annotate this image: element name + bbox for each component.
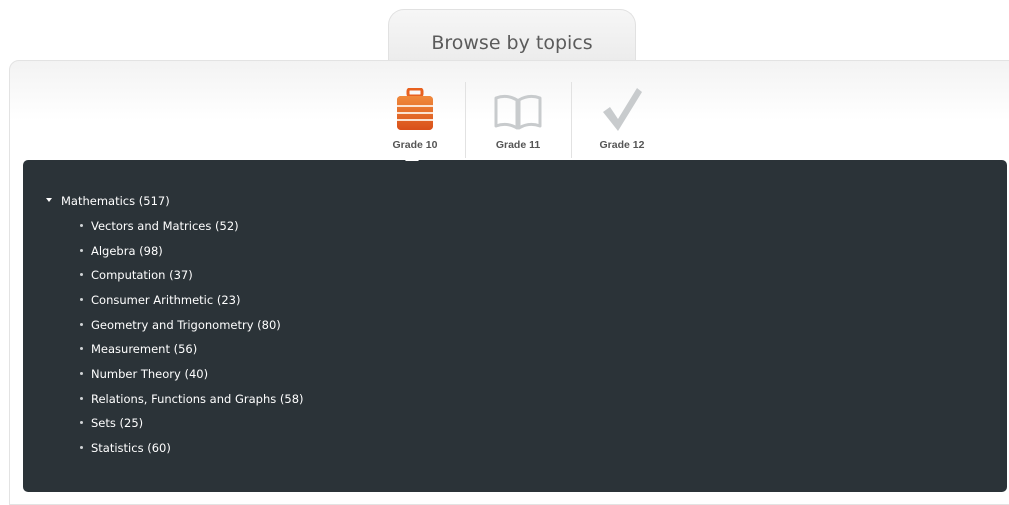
topic-item[interactable]: Geometry and Trigonometry (80) <box>80 318 281 332</box>
grade-12-tab[interactable]: Grade 12 <box>569 80 675 158</box>
caret-down-icon[interactable] <box>46 197 52 202</box>
topic-item[interactable]: Computation (37) <box>80 268 193 282</box>
bullet-icon <box>80 446 83 449</box>
topic-label: Vectors and Matrices (52) <box>91 219 239 233</box>
grade-10-tab[interactable]: Grade 10 <box>362 80 468 158</box>
browse-topics-title: Browse by topics <box>431 32 593 54</box>
grade-12-label: Grade 12 <box>599 139 645 151</box>
topic-label: Measurement (56) <box>91 342 198 356</box>
bullet-icon <box>80 298 83 301</box>
topic-item[interactable]: Statistics (60) <box>80 441 171 455</box>
bullet-icon <box>80 249 83 252</box>
tree-root-label: Mathematics (517) <box>61 194 170 208</box>
briefcase-icon <box>362 82 468 132</box>
bullet-icon <box>80 397 83 400</box>
topic-item[interactable]: Number Theory (40) <box>80 367 208 381</box>
grade-11-label: Grade 11 <box>495 139 541 151</box>
topic-label: Sets (25) <box>91 416 144 430</box>
grade-11-tab[interactable]: Grade 11 <box>465 80 571 158</box>
grade-10-label: Grade 10 <box>392 139 438 151</box>
checkmark-icon <box>569 82 675 132</box>
topic-item[interactable]: Algebra (98) <box>80 244 163 258</box>
topic-label: Statistics (60) <box>91 441 171 455</box>
topic-label: Number Theory (40) <box>91 367 209 381</box>
browse-topics-tab: Browse by topics <box>388 9 636 61</box>
topic-item[interactable]: Consumer Arithmetic (23) <box>80 293 240 307</box>
bullet-icon <box>80 273 83 276</box>
book-icon <box>465 82 571 132</box>
bullet-icon <box>80 347 83 350</box>
bullet-icon <box>80 323 83 326</box>
topic-item[interactable]: Vectors and Matrices (52) <box>80 219 239 233</box>
topic-item[interactable]: Sets (25) <box>80 416 143 430</box>
tree-root-mathematics[interactable]: Mathematics (517) <box>46 194 170 208</box>
topic-label: Computation (37) <box>91 268 193 282</box>
active-tab-pointer <box>405 153 419 161</box>
topic-label: Algebra (98) <box>91 244 163 258</box>
topic-label: Consumer Arithmetic (23) <box>91 293 241 307</box>
topic-label: Relations, Functions and Graphs (58) <box>91 392 304 406</box>
topic-item[interactable]: Relations, Functions and Graphs (58) <box>80 392 304 406</box>
topic-label: Geometry and Trigonometry (80) <box>91 318 281 332</box>
bullet-icon <box>80 224 83 227</box>
bullet-icon <box>80 421 83 424</box>
bullet-icon <box>80 372 83 375</box>
topic-item[interactable]: Measurement (56) <box>80 342 197 356</box>
